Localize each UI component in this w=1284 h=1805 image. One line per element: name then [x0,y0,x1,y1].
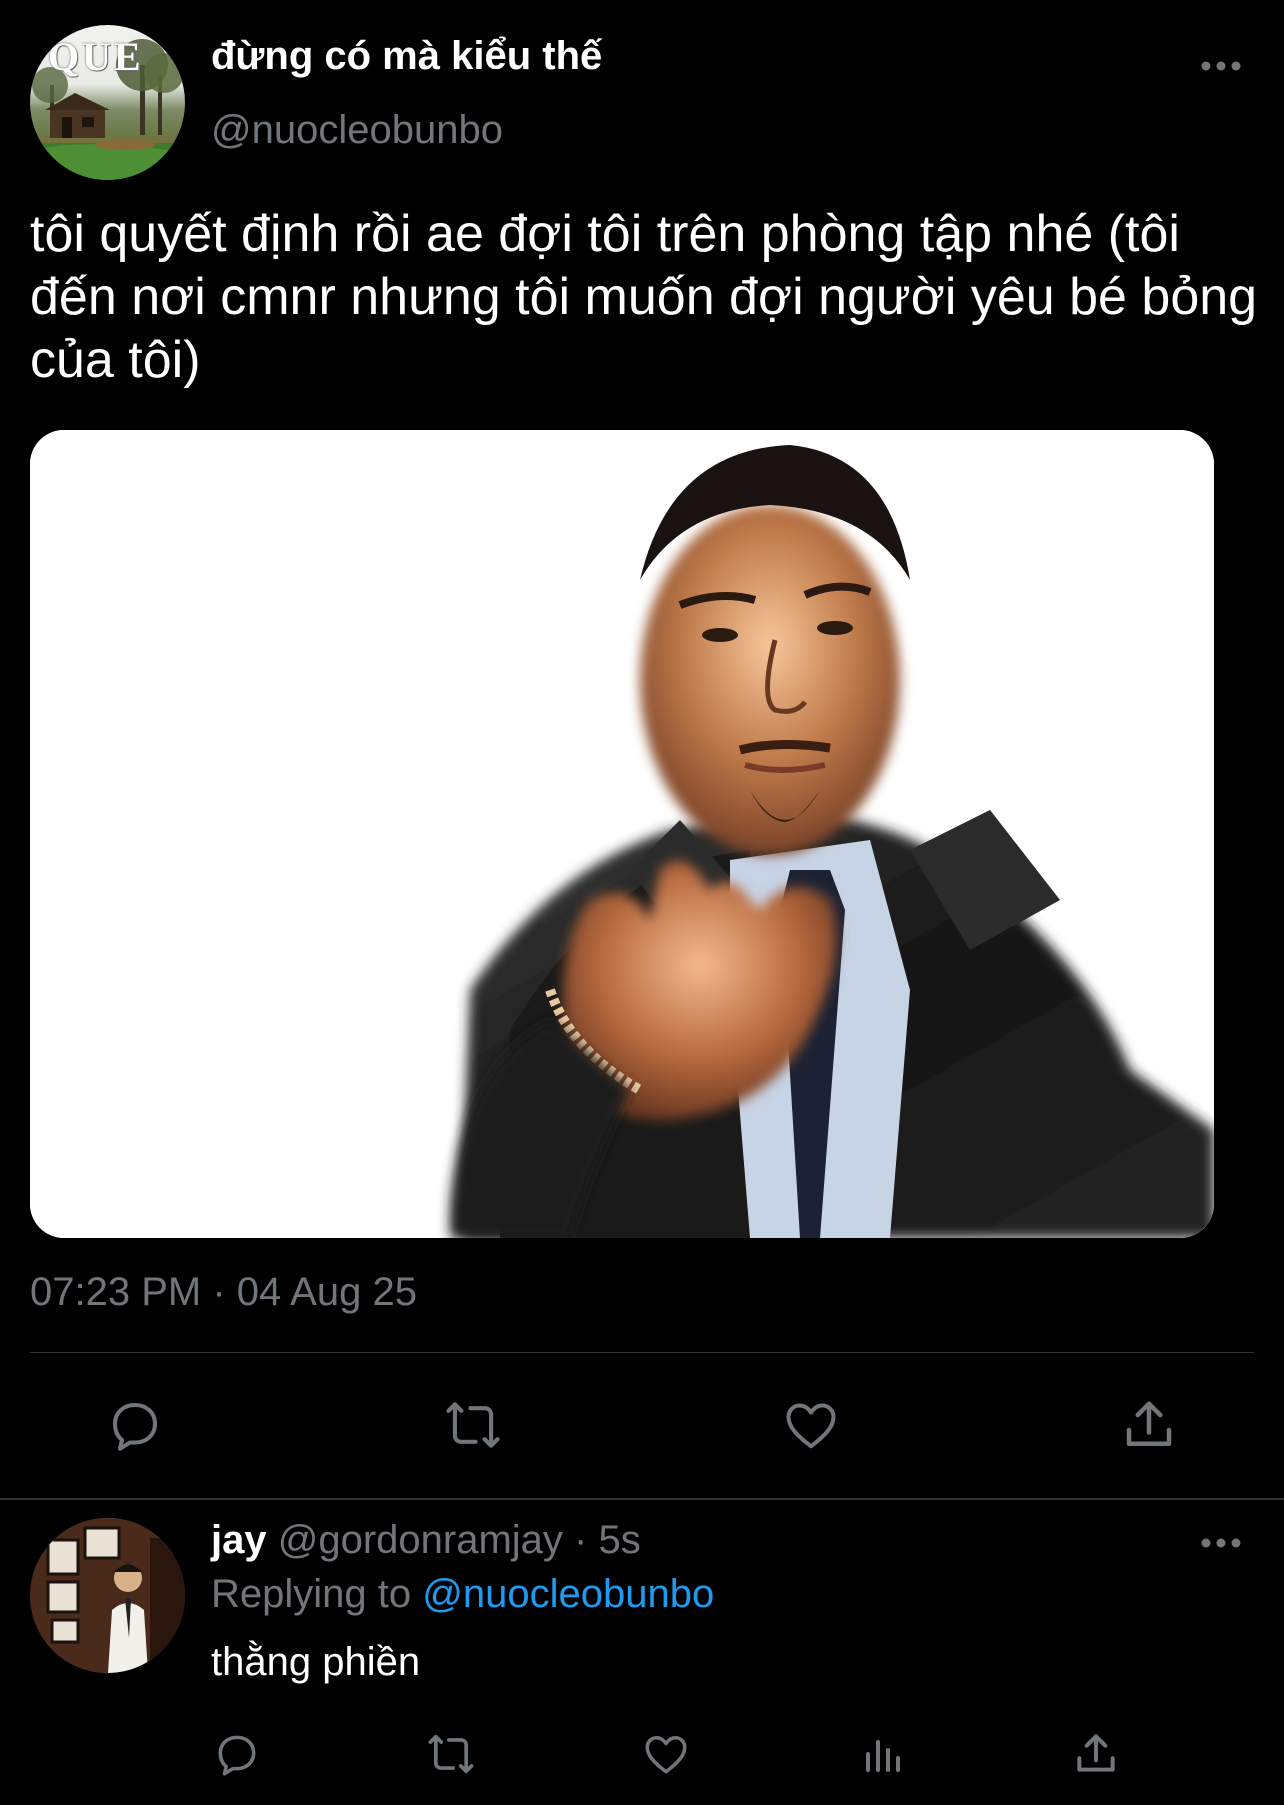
replying-to-mention[interactable]: @nuocleobunbo [422,1572,714,1616]
tweet-media-image[interactable] [30,430,1214,1238]
reply-separator: · [562,1518,599,1562]
reply-text: thằng phiền [211,1640,421,1684]
analytics-icon[interactable] [852,1724,912,1784]
avatar-logo-text: QUE [48,34,144,79]
tweet-timestamp: 07:23 PM · 04 Aug 25 [30,1270,417,1314]
tweet-text: tôi quyết định rồi ae đợi tôi trên phòng… [30,205,1258,389]
divider [30,1352,1254,1353]
replying-to-line: Replying to @nuocleobunbo [211,1572,714,1617]
like-icon[interactable] [776,1390,846,1460]
reply-author-handle[interactable]: @gordonramjay [278,1518,563,1562]
author-handle[interactable]: @nuocleobunbo [211,108,503,153]
replying-to-label: Replying to [211,1572,423,1616]
reply-icon[interactable] [207,1724,267,1784]
author-display-name[interactable]: đừng có mà kiểu thế [211,34,602,79]
reply-author-name[interactable]: jay [211,1518,267,1562]
like-icon[interactable] [636,1724,696,1784]
retweet-icon[interactable] [421,1724,481,1784]
share-icon[interactable] [1114,1390,1184,1460]
man-in-suit-photo [30,430,1214,1238]
reply-avatar[interactable] [30,1518,185,1673]
avatar-portrait-image [30,1518,185,1673]
author-avatar[interactable]: QUE [30,25,185,180]
reply-icon[interactable] [100,1390,170,1460]
retweet-icon[interactable] [438,1390,508,1460]
divider [0,1498,1284,1500]
share-icon[interactable] [1066,1724,1126,1784]
more-options-icon[interactable] [1200,56,1242,76]
reply-time: 5s [598,1518,641,1562]
reply-header: jay @gordonramjay · 5s [211,1518,641,1563]
more-options-icon[interactable] [1200,1533,1242,1553]
